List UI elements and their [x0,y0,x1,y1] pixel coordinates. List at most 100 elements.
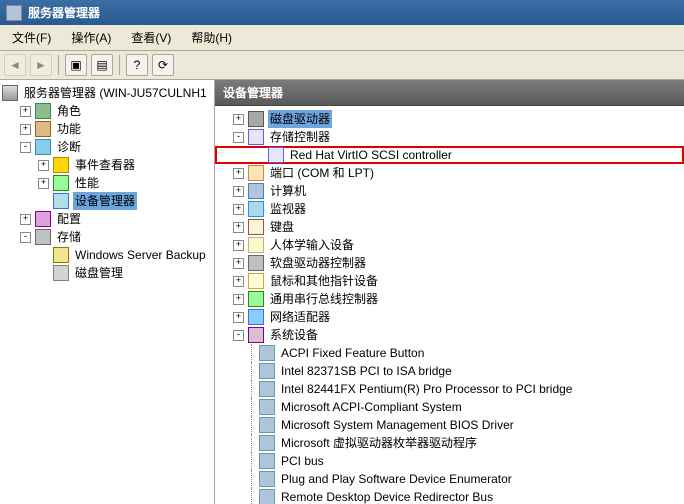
tree-features[interactable]: + 功能 [2,120,214,138]
tree-label: 角色 [55,102,83,120]
device-hid[interactable]: + 人体学输入设备 [215,236,684,254]
device-usb[interactable]: + 通用串行总线控制器 [215,290,684,308]
server-icon [2,85,18,101]
tree-performance[interactable]: + 性能 [2,174,214,192]
right-panel-header: 设备管理器 [215,80,684,106]
usb-icon [248,291,264,307]
disk-drives-icon [248,111,264,127]
scsi-controller-icon [268,147,284,163]
tree-label: 存储 [55,228,83,246]
device-disk-drives[interactable]: + 磁盘驱动器 [215,110,684,128]
expand-icon[interactable]: + [233,240,244,251]
network-icon [248,309,264,325]
tree-diagnostics[interactable]: - 诊断 [2,138,214,156]
window-title: 服务器管理器 [28,4,100,21]
tree-backup[interactable]: Windows Server Backup [2,246,214,264]
device-ports[interactable]: + 端口 (COM 和 LPT) [215,164,684,182]
collapse-icon[interactable]: - [20,142,31,153]
device-label: 监视器 [268,200,308,218]
menu-file[interactable]: 文件(F) [4,27,59,48]
device-label: 系统设备 [268,326,320,344]
expand-icon[interactable]: + [20,214,31,225]
right-panel: 设备管理器 + 磁盘驱动器 - 存储控制器 Red Hat VirtIO SCS… [215,80,684,504]
device-label: 键盘 [268,218,296,236]
device-manager-icon [53,193,69,209]
device-label: Red Hat VirtIO SCSI controller [288,146,454,164]
tree-event-viewer[interactable]: + 事件查看器 [2,156,214,174]
tree-label: 功能 [55,120,83,138]
device-storage-controllers[interactable]: - 存储控制器 [215,128,684,146]
expand-icon[interactable]: + [233,294,244,305]
collapse-icon[interactable]: - [233,330,244,341]
forward-button[interactable]: ► [30,54,52,76]
expand-icon[interactable]: + [233,276,244,287]
sysdev-bios-driver[interactable]: Microsoft System Management BIOS Driver [215,416,684,434]
storage-icon [35,229,51,245]
floppy-controller-icon [248,255,264,271]
scan-button[interactable]: ▣ [65,54,87,76]
configuration-icon [35,211,51,227]
expand-icon[interactable]: + [233,186,244,197]
device-label: 计算机 [268,182,308,200]
refresh-button[interactable]: ⟳ [152,54,174,76]
expand-icon[interactable]: + [233,168,244,179]
disk-mgmt-icon [53,265,69,281]
expand-icon[interactable]: + [20,124,31,135]
collapse-icon[interactable]: - [20,232,31,243]
device-keyboards[interactable]: + 键盘 [215,218,684,236]
device-label: Remote Desktop Device Redirector Bus [279,488,495,504]
window-titlebar: 服务器管理器 [0,0,684,25]
expand-icon[interactable]: + [20,106,31,117]
toolbar: ◄ ► ▣ ▤ ? ⟳ [0,51,684,80]
view-button[interactable]: ▤ [91,54,113,76]
menu-help[interactable]: 帮助(H) [183,27,240,48]
tree-server-root[interactable]: 服务器管理器 (WIN-JU57CULNH1 [2,84,214,102]
sysdev-rdp-bus[interactable]: Remote Desktop Device Redirector Bus [215,488,684,504]
menu-bar: 文件(F) 操作(A) 查看(V) 帮助(H) [0,25,684,51]
back-button[interactable]: ◄ [4,54,26,76]
tree-configuration[interactable]: + 配置 [2,210,214,228]
tree-device-manager[interactable]: 设备管理器 [2,192,214,210]
collapse-icon[interactable]: - [233,132,244,143]
menu-view[interactable]: 查看(V) [123,27,179,48]
sysdev-acpi-system[interactable]: Microsoft ACPI-Compliant System [215,398,684,416]
expand-icon[interactable]: + [233,204,244,215]
tree-disk-mgmt[interactable]: 磁盘管理 [2,264,214,282]
toolbar-separator [119,55,120,75]
device-mice[interactable]: + 鼠标和其他指针设备 [215,272,684,290]
device-computer[interactable]: + 计算机 [215,182,684,200]
device-monitors[interactable]: + 监视器 [215,200,684,218]
device-label: 人体学输入设备 [268,236,356,254]
ports-icon [248,165,264,181]
device-label: PCI bus [279,452,326,470]
sysdev-acpi-button[interactable]: ACPI Fixed Feature Button [215,344,684,362]
monitors-icon [248,201,264,217]
tree-roles[interactable]: + 角色 [2,102,214,120]
device-label: 端口 (COM 和 LPT) [268,164,376,182]
sysdev-pnp-enum[interactable]: Plug and Play Software Device Enumerator [215,470,684,488]
device-label: 网络适配器 [268,308,332,326]
help-button[interactable]: ? [126,54,148,76]
device-virtio-scsi[interactable]: Red Hat VirtIO SCSI controller [215,146,684,164]
tree-label: 事件查看器 [73,156,137,174]
expand-icon[interactable]: + [38,160,49,171]
system-device-icon [259,471,275,487]
sysdev-pci-bus[interactable]: PCI bus [215,452,684,470]
device-network[interactable]: + 网络适配器 [215,308,684,326]
tree-storage[interactable]: - 存储 [2,228,214,246]
tree-label: 性能 [73,174,101,192]
tree-label: 磁盘管理 [73,264,125,282]
menu-action[interactable]: 操作(A) [63,27,119,48]
sysdev-virtio-enum[interactable]: Microsoft 虚拟驱动器枚举器驱动程序 [215,434,684,452]
expand-icon[interactable]: + [38,178,49,189]
system-device-icon [259,453,275,469]
device-floppy-controllers[interactable]: + 软盘驱动器控制器 [215,254,684,272]
content-area: 服务器管理器 (WIN-JU57CULNH1 + 角色 + 功能 - 诊断 + … [0,80,684,504]
sysdev-pentium-bridge[interactable]: Intel 82441FX Pentium(R) Pro Processor t… [215,380,684,398]
expand-icon[interactable]: + [233,114,244,125]
device-system-devices[interactable]: - 系统设备 [215,326,684,344]
sysdev-isa-bridge[interactable]: Intel 82371SB PCI to ISA bridge [215,362,684,380]
expand-icon[interactable]: + [233,222,244,233]
expand-icon[interactable]: + [233,258,244,269]
expand-icon[interactable]: + [233,312,244,323]
